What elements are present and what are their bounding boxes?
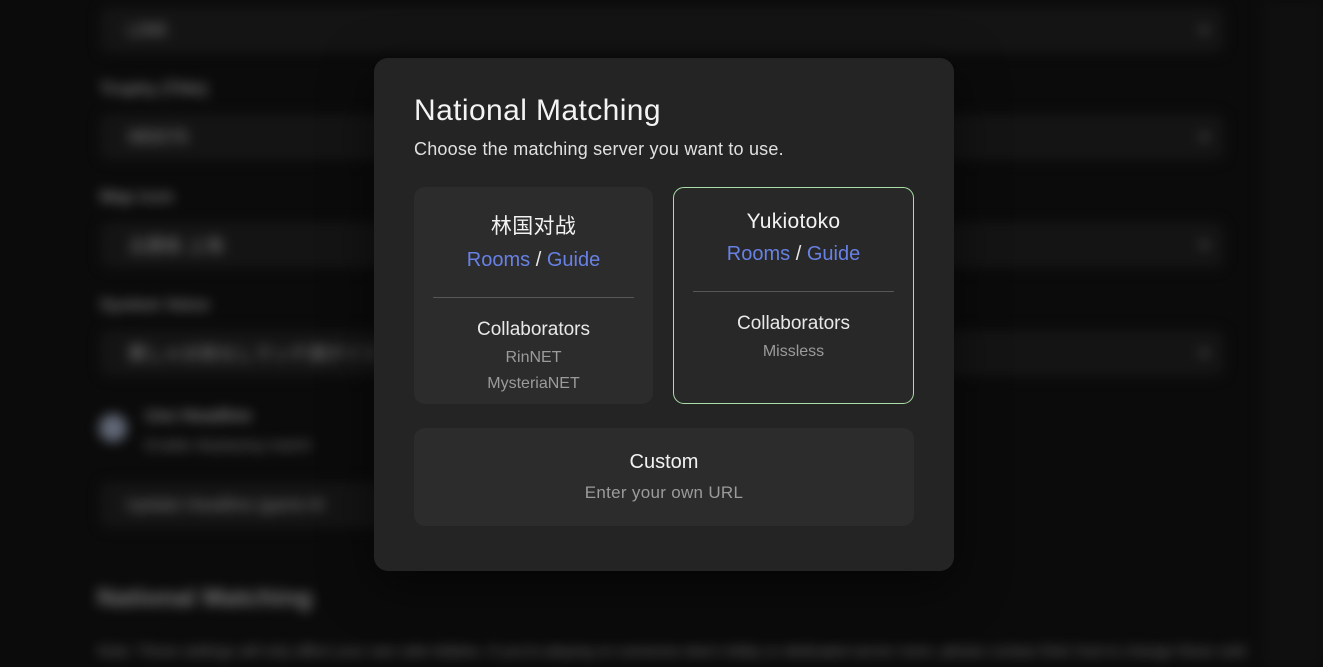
server-card-yukiotoko[interactable]: Yukiotoko Rooms / Guide Collaborators Mi…: [673, 187, 914, 404]
custom-card-subtitle: Enter your own URL: [585, 483, 743, 503]
collaborator-name: Missless: [763, 343, 824, 361]
server-name: Yukiotoko: [747, 210, 841, 234]
server-cards-row: 林国对战 Rooms / Guide Collaborators RinNET …: [414, 187, 914, 404]
link-separator: /: [796, 243, 802, 265]
server-links: Rooms / Guide: [727, 243, 860, 266]
server-links: Rooms / Guide: [467, 249, 600, 272]
custom-server-card[interactable]: Custom Enter your own URL: [414, 428, 914, 526]
collaborators-heading: Collaborators: [477, 319, 590, 341]
collaborator-name: RinNET: [505, 349, 561, 367]
app-window: LINK ▾ Trophy (Title) 980076 ▾ Map icon …: [0, 0, 1323, 667]
link-separator: /: [536, 249, 542, 271]
guide-link[interactable]: Guide: [547, 249, 600, 271]
rooms-link[interactable]: Rooms: [467, 249, 530, 271]
card-divider: [693, 291, 894, 292]
card-divider: [433, 297, 634, 298]
server-name: 林国对战: [491, 210, 576, 240]
server-card-linguo[interactable]: 林国对战 Rooms / Guide Collaborators RinNET …: [414, 187, 653, 404]
collaborator-name: MysteriaNET: [487, 375, 579, 393]
custom-card-title: Custom: [630, 451, 699, 474]
dialog-subtitle: Choose the matching server you want to u…: [414, 139, 914, 160]
dialog-title: National Matching: [414, 94, 914, 128]
national-matching-dialog: National Matching Choose the matching se…: [374, 58, 954, 571]
collaborators-heading: Collaborators: [737, 313, 850, 335]
rooms-link[interactable]: Rooms: [727, 243, 790, 265]
guide-link[interactable]: Guide: [807, 243, 860, 265]
